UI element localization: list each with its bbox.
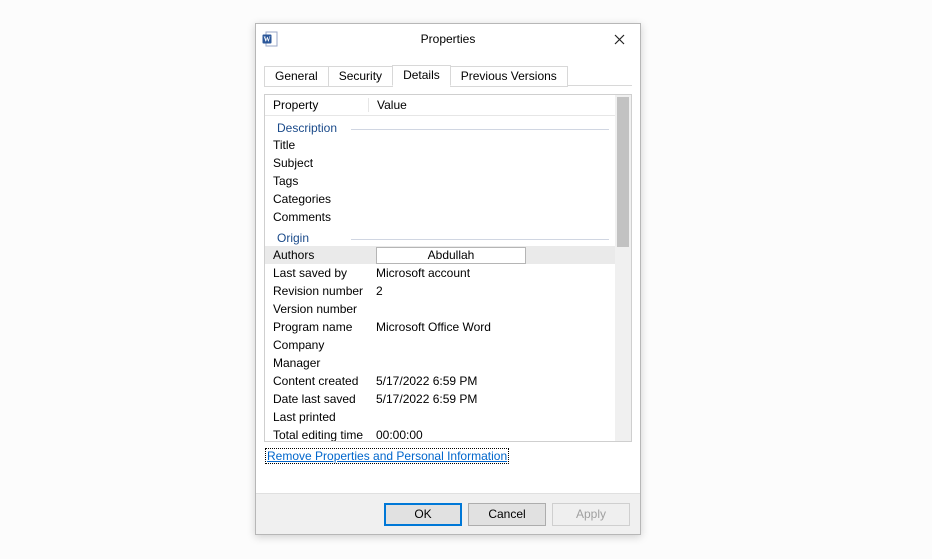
- prop-label: Last saved by: [265, 266, 368, 280]
- divider: [351, 129, 609, 130]
- vertical-scrollbar[interactable]: [615, 95, 631, 441]
- tab-previous-versions[interactable]: Previous Versions: [450, 66, 568, 87]
- prop-label: Revision number: [265, 284, 368, 298]
- row-total-editing-time[interactable]: Total editing time 00:00:00: [265, 426, 615, 441]
- column-header-property[interactable]: Property: [265, 98, 369, 112]
- row-company[interactable]: Company: [265, 336, 615, 354]
- properties-dialog: W Properties General Security Details Pr…: [255, 23, 641, 535]
- remove-properties-link[interactable]: Remove Properties and Personal Informati…: [264, 442, 632, 463]
- prop-label: Last printed: [265, 410, 368, 424]
- prop-value: Microsoft Office Word: [368, 320, 615, 334]
- tab-general[interactable]: General: [264, 66, 329, 87]
- cancel-button[interactable]: Cancel: [468, 503, 546, 526]
- prop-label: Categories: [265, 192, 368, 206]
- row-categories[interactable]: Categories: [265, 190, 615, 208]
- prop-label: Date last saved: [265, 392, 368, 406]
- prop-label: Authors: [265, 248, 368, 262]
- group-origin-label: Origin: [277, 231, 309, 245]
- divider: [351, 239, 609, 240]
- prop-value: 5/17/2022 6:59 PM: [368, 374, 615, 388]
- prop-value: Abdullah: [368, 247, 615, 264]
- group-description-label: Description: [277, 121, 337, 135]
- row-authors[interactable]: Authors Abdullah: [265, 246, 615, 264]
- row-last-saved-by[interactable]: Last saved by Microsoft account: [265, 264, 615, 282]
- prop-label: Subject: [265, 156, 368, 170]
- tab-strip: General Security Details Previous Versio…: [256, 54, 640, 86]
- row-version-number[interactable]: Version number: [265, 300, 615, 318]
- details-tab-body: Property Value Description Title Subject: [264, 94, 632, 485]
- prop-value: 2: [368, 284, 615, 298]
- close-icon: [614, 34, 625, 45]
- tab-security[interactable]: Security: [328, 66, 393, 87]
- row-revision-number[interactable]: Revision number 2: [265, 282, 615, 300]
- prop-label: Total editing time: [265, 428, 368, 441]
- dialog-button-row: OK Cancel Apply: [256, 493, 640, 534]
- prop-value: 5/17/2022 6:59 PM: [368, 392, 615, 406]
- prop-label: Program name: [265, 320, 368, 334]
- row-subject[interactable]: Subject: [265, 154, 615, 172]
- prop-label: Content created: [265, 374, 368, 388]
- column-header-value[interactable]: Value: [369, 98, 615, 112]
- ok-button[interactable]: OK: [384, 503, 462, 526]
- row-last-printed[interactable]: Last printed: [265, 408, 615, 426]
- prop-label: Title: [265, 138, 368, 152]
- prop-value: Microsoft account: [368, 266, 615, 280]
- prop-label: Version number: [265, 302, 368, 316]
- row-content-created[interactable]: Content created 5/17/2022 6:59 PM: [265, 372, 615, 390]
- titlebar: W Properties: [256, 24, 640, 54]
- prop-value: 00:00:00: [368, 428, 615, 441]
- word-icon: W: [262, 31, 278, 47]
- row-tags[interactable]: Tags: [265, 172, 615, 190]
- authors-edit-box[interactable]: Abdullah: [376, 247, 526, 264]
- row-comments[interactable]: Comments: [265, 208, 615, 226]
- close-button[interactable]: [598, 24, 640, 54]
- scrollbar-thumb[interactable]: [617, 97, 629, 247]
- tab-details[interactable]: Details: [392, 65, 451, 86]
- row-program-name[interactable]: Program name Microsoft Office Word: [265, 318, 615, 336]
- window-title: Properties: [256, 32, 640, 46]
- group-origin: Origin: [265, 226, 615, 246]
- svg-text:W: W: [264, 36, 271, 44]
- prop-label: Company: [265, 338, 368, 352]
- list-header: Property Value: [265, 95, 615, 116]
- row-manager[interactable]: Manager: [265, 354, 615, 372]
- row-title[interactable]: Title: [265, 136, 615, 154]
- group-description: Description: [265, 116, 615, 136]
- properties-list: Property Value Description Title Subject: [264, 94, 632, 442]
- row-date-last-saved[interactable]: Date last saved 5/17/2022 6:59 PM: [265, 390, 615, 408]
- apply-button[interactable]: Apply: [552, 503, 630, 526]
- prop-label: Manager: [265, 356, 368, 370]
- remove-properties-link-text: Remove Properties and Personal Informati…: [265, 448, 509, 464]
- prop-label: Tags: [265, 174, 368, 188]
- prop-label: Comments: [265, 210, 368, 224]
